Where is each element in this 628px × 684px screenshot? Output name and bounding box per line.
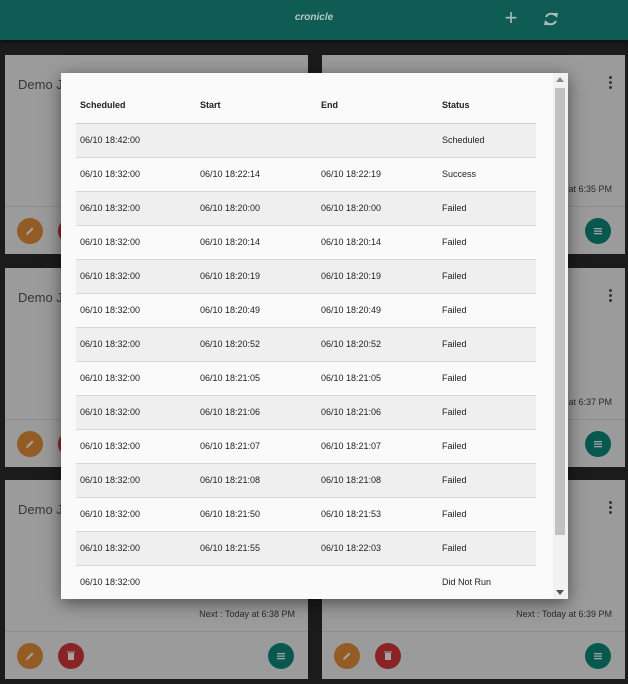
column-header-start: Start [196,87,317,124]
cell-start: 06/10 18:21:06 [196,395,317,430]
table-row: 06/10 18:32:00 06/10 18:21:07 06/10 18:21:… [76,429,536,464]
cell-status: Did Not Run [438,565,536,599]
cell-scheduled: 06/10 18:32:00 [76,497,196,532]
cell-status: Success [438,157,536,192]
cell-start: 06/10 18:21:55 [196,531,317,566]
table-row: 06/10 18:32:00 06/10 18:20:19 06/10 18:20:… [76,259,536,294]
cell-scheduled: 06/10 18:32:00 [76,157,196,192]
scroll-up-arrow-icon[interactable] [556,77,564,82]
cell-status: Failed [438,191,536,226]
cell-start: 06/10 18:20:19 [196,259,317,294]
cell-scheduled: 06/10 18:32:00 [76,225,196,260]
column-header-scheduled: Scheduled [76,87,196,124]
refresh-icon [544,12,558,26]
cell-end: 06/10 18:20:19 [317,259,438,294]
cell-end: 06/10 18:20:49 [317,293,438,328]
cell-end [317,565,438,599]
table-row: 06/10 18:32:00 06/10 18:21:08 06/10 18:21:… [76,463,536,498]
table-row: 06/10 18:32:00 06/10 18:21:50 06/10 18:21:… [76,497,536,532]
cell-scheduled: 06/10 18:32:00 [76,327,196,362]
job-history-dialog: Scheduled Start End Status 06/10 18:42:0… [61,73,568,599]
plus-icon: + [504,5,518,30]
table-header-row: Scheduled Start End Status [76,87,536,124]
cell-status: Failed [438,259,536,294]
cell-start: 06/10 18:20:00 [196,191,317,226]
cell-end: 06/10 18:22:03 [317,531,438,566]
cell-scheduled: 06/10 18:32:00 [76,463,196,498]
cell-status: Failed [438,531,536,566]
cell-status: Failed [438,463,536,498]
cell-status: Failed [438,327,536,362]
cell-end: 06/10 18:20:00 [317,191,438,226]
cell-end: 06/10 18:22:19 [317,157,438,192]
app-bar: cronicle + [0,0,628,40]
cell-status: Failed [438,395,536,430]
table-row: 06/10 18:32:00 Did Not Run [76,565,536,599]
cell-start: 06/10 18:21:08 [196,463,317,498]
cell-start [196,123,317,158]
cell-start: 06/10 18:20:52 [196,327,317,362]
cell-start: 06/10 18:21:07 [196,429,317,464]
cell-status: Failed [438,497,536,532]
cell-scheduled: 06/10 18:42:00 [76,123,196,158]
cell-status: Failed [438,225,536,260]
table-row: 06/10 18:32:00 06/10 18:20:14 06/10 18:20:… [76,225,536,260]
cell-end: 06/10 18:21:05 [317,361,438,396]
table-row: 06/10 18:32:00 06/10 18:21:55 06/10 18:22:… [76,531,536,566]
cell-status: Failed [438,293,536,328]
cell-start: 06/10 18:20:14 [196,225,317,260]
cell-status: Failed [438,429,536,464]
cell-scheduled: 06/10 18:32:00 [76,531,196,566]
cell-start: 06/10 18:21:50 [196,497,317,532]
cell-scheduled: 06/10 18:32:00 [76,293,196,328]
refresh-button[interactable] [538,6,564,32]
app-title: cronicle [294,12,334,23]
cell-scheduled: 06/10 18:32:00 [76,191,196,226]
cell-scheduled: 06/10 18:32:00 [76,259,196,294]
cell-end: 06/10 18:21:06 [317,395,438,430]
cell-start: 06/10 18:20:49 [196,293,317,328]
cell-status: Scheduled [438,123,536,158]
cell-end: 06/10 18:20:14 [317,225,438,260]
table-row: 06/10 18:32:00 06/10 18:20:49 06/10 18:20:… [76,293,536,328]
cell-scheduled: 06/10 18:32:00 [76,361,196,396]
cell-scheduled: 06/10 18:32:00 [76,429,196,464]
table-row: 06/10 18:42:00 Scheduled [76,123,536,158]
scroll-thumb[interactable] [555,88,565,535]
cell-end [317,123,438,158]
cell-end: 06/10 18:21:53 [317,497,438,532]
cell-end: 06/10 18:21:07 [317,429,438,464]
history-scroll-area: Scheduled Start End Status 06/10 18:42:0… [61,73,553,599]
cell-scheduled: 06/10 18:32:00 [76,565,196,599]
cell-start [196,565,317,599]
cell-start: 06/10 18:22:14 [196,157,317,192]
add-job-button[interactable]: + [498,6,524,32]
column-header-status: Status [438,87,536,124]
table-row: 06/10 18:32:00 06/10 18:21:05 06/10 18:21:… [76,361,536,396]
column-header-end: End [317,87,438,124]
table-row: 06/10 18:32:00 06/10 18:20:52 06/10 18:20:… [76,327,536,362]
table-row: 06/10 18:32:00 06/10 18:22:14 06/10 18:22:… [76,157,536,192]
scroll-down-arrow-icon[interactable] [556,590,564,595]
cell-scheduled: 06/10 18:32:00 [76,395,196,430]
table-row: 06/10 18:32:00 06/10 18:20:00 06/10 18:20:… [76,191,536,226]
cell-status: Failed [438,361,536,396]
cell-end: 06/10 18:21:08 [317,463,438,498]
history-table: Scheduled Start End Status 06/10 18:42:0… [76,87,536,599]
cell-end: 06/10 18:20:52 [317,327,438,362]
table-row: 06/10 18:32:00 06/10 18:21:06 06/10 18:21:… [76,395,536,430]
cell-start: 06/10 18:21:05 [196,361,317,396]
history-table-body: 06/10 18:42:00 Scheduled 06/10 18:32:00 06/… [76,123,536,599]
dialog-scrollbar[interactable] [553,73,568,599]
